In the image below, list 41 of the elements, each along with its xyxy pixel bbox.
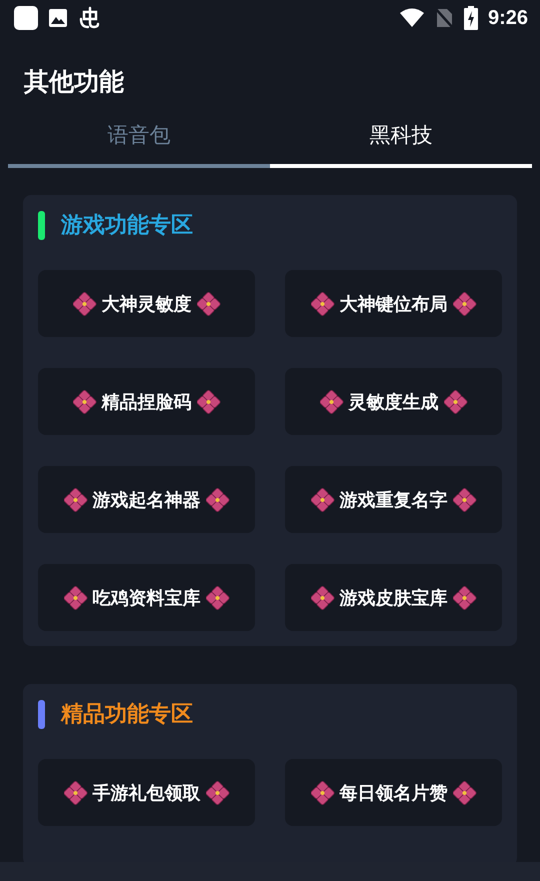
flower-icon bbox=[310, 488, 334, 512]
flower-icon bbox=[64, 586, 88, 610]
flower-icon bbox=[452, 780, 476, 804]
image-icon bbox=[48, 8, 68, 28]
glyph-icon bbox=[78, 6, 102, 30]
flower-icon bbox=[444, 390, 468, 414]
feature-button[interactable]: 游戏重复名字 bbox=[285, 466, 502, 533]
feature-button[interactable]: 大神键位布局 bbox=[285, 270, 502, 337]
section-title: 游戏功能专区 bbox=[61, 212, 193, 240]
flower-icon bbox=[206, 488, 230, 512]
app-square-icon bbox=[14, 6, 38, 30]
flower-icon bbox=[64, 780, 88, 804]
feature-button[interactable]: 游戏起名神器 bbox=[38, 466, 255, 533]
flower-icon bbox=[206, 586, 230, 610]
flower-icon bbox=[452, 488, 476, 512]
flower-icon bbox=[320, 390, 344, 414]
battery-charging-icon bbox=[464, 6, 478, 30]
flower-icon bbox=[72, 292, 96, 316]
section-title: 精品功能专区 bbox=[61, 701, 193, 729]
clock-time: 9:26 bbox=[488, 6, 528, 30]
flower-icon bbox=[206, 780, 230, 804]
wifi-icon bbox=[400, 8, 424, 28]
feature-button[interactable]: 手游礼包领取 bbox=[38, 759, 255, 826]
flower-icon bbox=[64, 488, 88, 512]
feature-button[interactable]: 大神灵敏度 bbox=[38, 270, 255, 337]
flower-icon bbox=[196, 390, 220, 414]
feature-button[interactable]: 精品捏脸码 bbox=[38, 368, 255, 435]
flower-icon bbox=[452, 292, 476, 316]
flower-icon bbox=[196, 292, 220, 316]
feature-button[interactable]: 灵敏度生成 bbox=[285, 368, 502, 435]
feature-button[interactable]: 每日领名片赞 bbox=[285, 759, 502, 826]
flower-icon bbox=[72, 390, 96, 414]
feature-button[interactable]: 吃鸡资料宝库 bbox=[38, 564, 255, 631]
flower-icon bbox=[310, 292, 334, 316]
feature-button[interactable]: 游戏皮肤宝库 bbox=[285, 564, 502, 631]
tab[interactable]: 语音包 bbox=[8, 112, 270, 168]
tab[interactable]: 黑科技 bbox=[270, 112, 532, 168]
flower-icon bbox=[452, 586, 476, 610]
page-title: 其他功能 bbox=[24, 66, 124, 98]
flower-icon bbox=[310, 586, 334, 610]
flower-icon bbox=[310, 780, 334, 804]
